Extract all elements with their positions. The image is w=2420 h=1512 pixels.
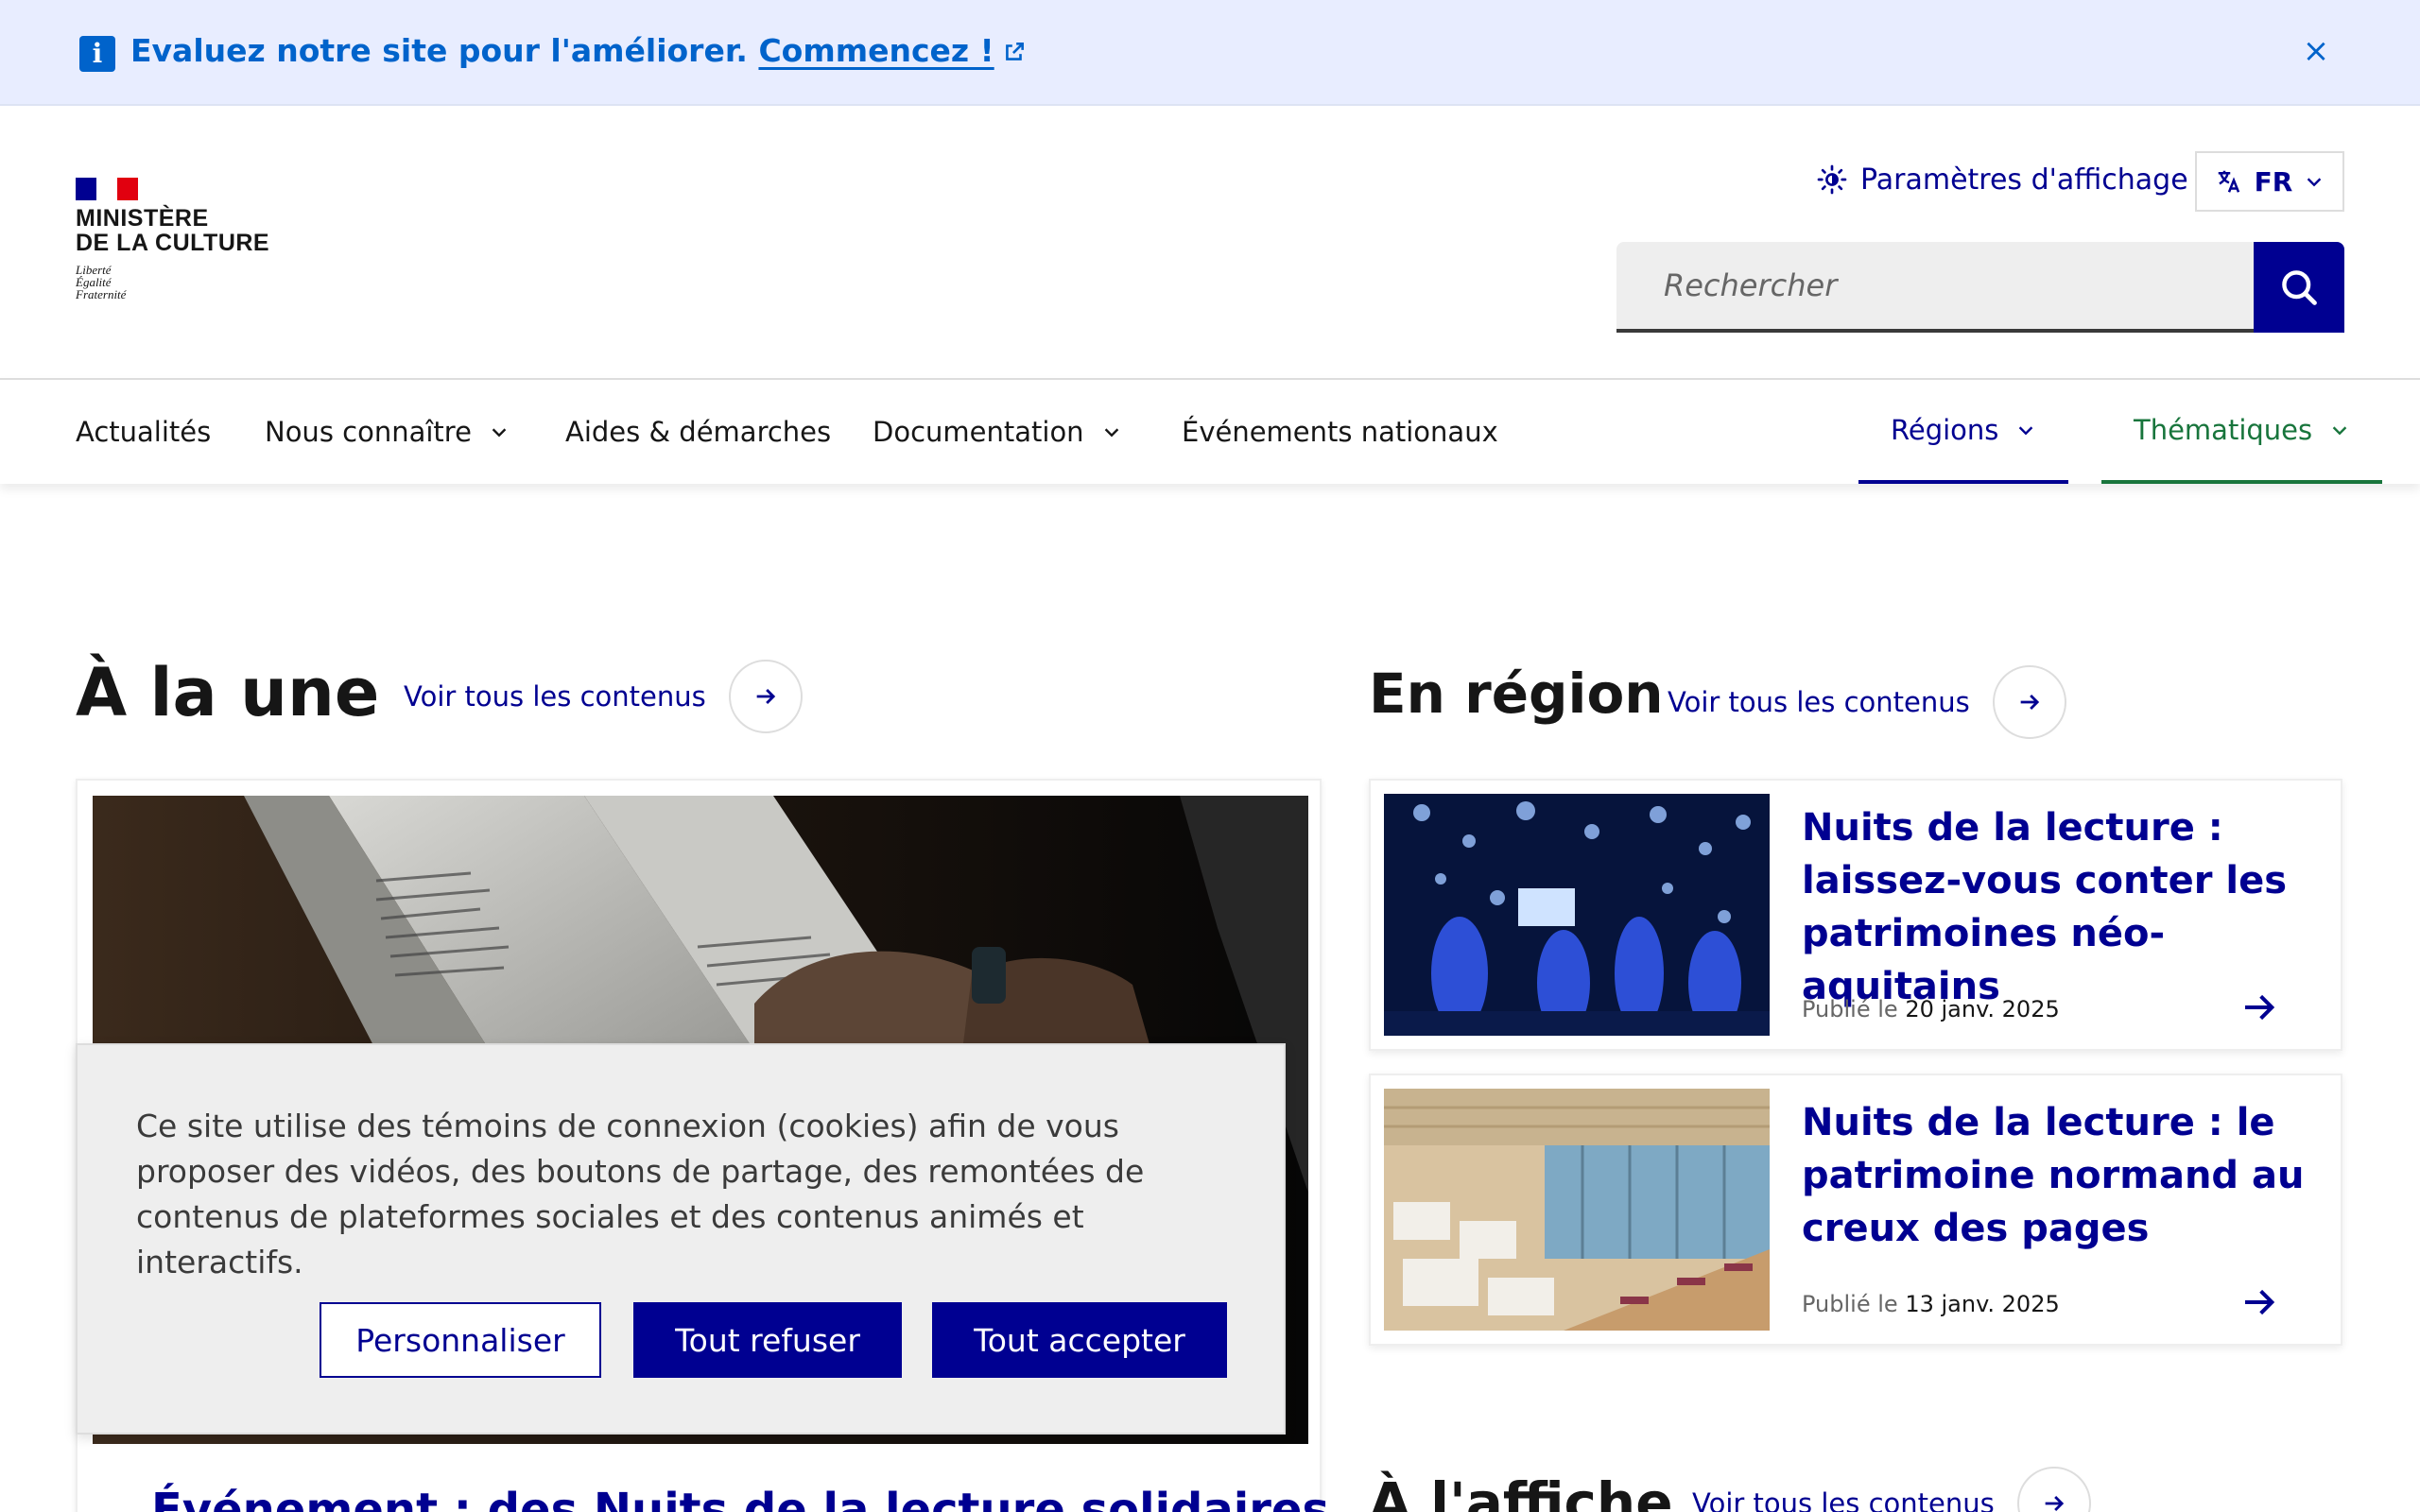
translate-icon <box>2218 170 2239 193</box>
region-article-image <box>1384 794 1770 1036</box>
section-title-une: À la une <box>76 654 380 731</box>
cookie-consent-banner: Ce site utilise des témoins de connexion… <box>76 1043 1286 1435</box>
nav-item-label: Thématiques <box>2134 414 2313 446</box>
search-input[interactable] <box>1616 242 2254 333</box>
date-label: Publié le <box>1802 996 1898 1022</box>
region-article-title: Nuits de la lecture : laissez-vous conte… <box>1802 806 2288 1008</box>
arrow-right-icon <box>2240 988 2278 1026</box>
motto-fraternite: Fraternité <box>76 287 127 301</box>
nav-item-label: Aides & démarches <box>565 416 832 448</box>
region-article-image <box>1384 1089 1770 1331</box>
refuse-all-cookies-button[interactable]: Tout refuser <box>633 1302 902 1378</box>
customize-cookies-button[interactable]: Personnaliser <box>320 1302 601 1378</box>
notice-text: Evaluez notre site pour l'améliorer. <box>130 32 748 69</box>
see-all-region-link[interactable]: Voir tous les contenus <box>1668 665 2066 739</box>
ministry-name[interactable]: MINISTÈRE DE LA CULTURE <box>76 206 269 255</box>
arrow-right-icon <box>2016 1467 2091 1512</box>
see-all-label: Voir tous les contenus <box>404 680 706 713</box>
arrow-right-icon <box>2240 1283 2278 1321</box>
external-link-icon <box>1002 35 1027 72</box>
arrow-right-icon <box>728 660 803 733</box>
language-selector[interactable]: FR <box>2195 151 2344 212</box>
nav-item-label: Événements nationaux <box>1182 416 1498 448</box>
search-button[interactable] <box>2254 242 2344 333</box>
accept-all-cookies-button[interactable]: Tout accepter <box>932 1302 1227 1378</box>
region-article-date: Publié le 20 janv. 2025 <box>1802 996 2060 1022</box>
sun-icon <box>1817 164 1847 195</box>
chevron-down-icon <box>1104 428 1118 438</box>
date-label: Publié le <box>1802 1291 1898 1317</box>
chevron-down-icon <box>492 428 507 438</box>
nav-item-evenements-nationaux[interactable]: Événements nationaux <box>1182 380 1498 484</box>
arrow-right-icon <box>1992 665 2066 739</box>
section-title-region: En région <box>1369 662 1664 726</box>
close-icon: × <box>2302 32 2330 70</box>
notice-banner: i Evaluez notre site pour l'améliorer. C… <box>0 0 2420 106</box>
nav-item-thematiques[interactable]: Thématiques <box>2101 380 2383 484</box>
cookie-consent-text: Ce site utilise des témoins de connexion… <box>136 1108 1145 1280</box>
button-label: Personnaliser <box>355 1321 565 1359</box>
main-navigation: Actualités Nous connaître Aides & démarc… <box>0 378 2420 484</box>
chevron-down-icon <box>2332 426 2347 436</box>
region-article-card[interactable]: Nuits de la lecture : le patrimoine norm… <box>1369 1074 2342 1346</box>
display-settings-label: Paramètres d'affichage <box>1860 163 2188 197</box>
nav-item-label: Nous connaître <box>265 416 472 448</box>
date-value: 13 janv. 2025 <box>1905 1291 2060 1317</box>
marianne-flag-logo[interactable] <box>76 178 138 200</box>
region-article-title: Nuits de la lecture : le patrimoine norm… <box>1802 1101 2305 1250</box>
nav-item-aides-demarches[interactable]: Aides & démarches <box>565 380 831 484</box>
nav-item-actualites[interactable]: Actualités <box>76 380 211 484</box>
chevron-down-icon <box>2019 426 2033 436</box>
search-icon <box>2282 270 2317 305</box>
ministry-name-line1: MINISTÈRE <box>76 205 209 232</box>
nav-item-label: Régions <box>1891 414 1999 446</box>
button-label: Tout accepter <box>974 1321 1185 1359</box>
region-article-date: Publié le 13 janv. 2025 <box>1802 1291 2060 1317</box>
notice-text-wrap: Evaluez notre site pour l'améliorer. Com… <box>130 32 1027 72</box>
ministry-name-line2: DE LA CULTURE <box>76 230 270 256</box>
region-article-card[interactable]: Nuits de la lecture : laissez-vous conte… <box>1369 779 2342 1051</box>
button-label: Tout refuser <box>675 1321 860 1359</box>
chevron-down-icon <box>2308 178 2322 187</box>
notice-link[interactable]: Commencez ! <box>758 32 1026 69</box>
nav-item-documentation[interactable]: Documentation <box>873 380 1122 484</box>
nav-item-nous-connaitre[interactable]: Nous connaître <box>265 380 510 484</box>
language-label: FR <box>2254 165 2293 198</box>
see-all-affiche-link[interactable]: Voir tous les contenus <box>1692 1467 2091 1512</box>
date-value: 20 janv. 2025 <box>1905 996 2060 1022</box>
nav-item-label: Actualités <box>76 416 212 448</box>
notice-link-label: Commencez ! <box>758 32 994 69</box>
featured-article-title: Événement : des Nuits de la lecture soli… <box>151 1484 1330 1512</box>
see-all-label: Voir tous les contenus <box>1692 1487 1995 1512</box>
section-title-affiche: À l'affiche <box>1369 1470 1673 1512</box>
display-settings-button[interactable]: Paramètres d'affichage <box>1817 161 2188 198</box>
motto: Liberté Égalité Fraternité <box>76 264 126 301</box>
nav-item-regions[interactable]: Régions <box>1858 380 2069 484</box>
see-all-une-link[interactable]: Voir tous les contenus <box>404 660 803 733</box>
see-all-label: Voir tous les contenus <box>1668 686 1970 718</box>
close-notice-button[interactable]: × <box>2297 32 2335 70</box>
nav-item-label: Documentation <box>873 416 1084 448</box>
info-icon: i <box>79 36 115 72</box>
